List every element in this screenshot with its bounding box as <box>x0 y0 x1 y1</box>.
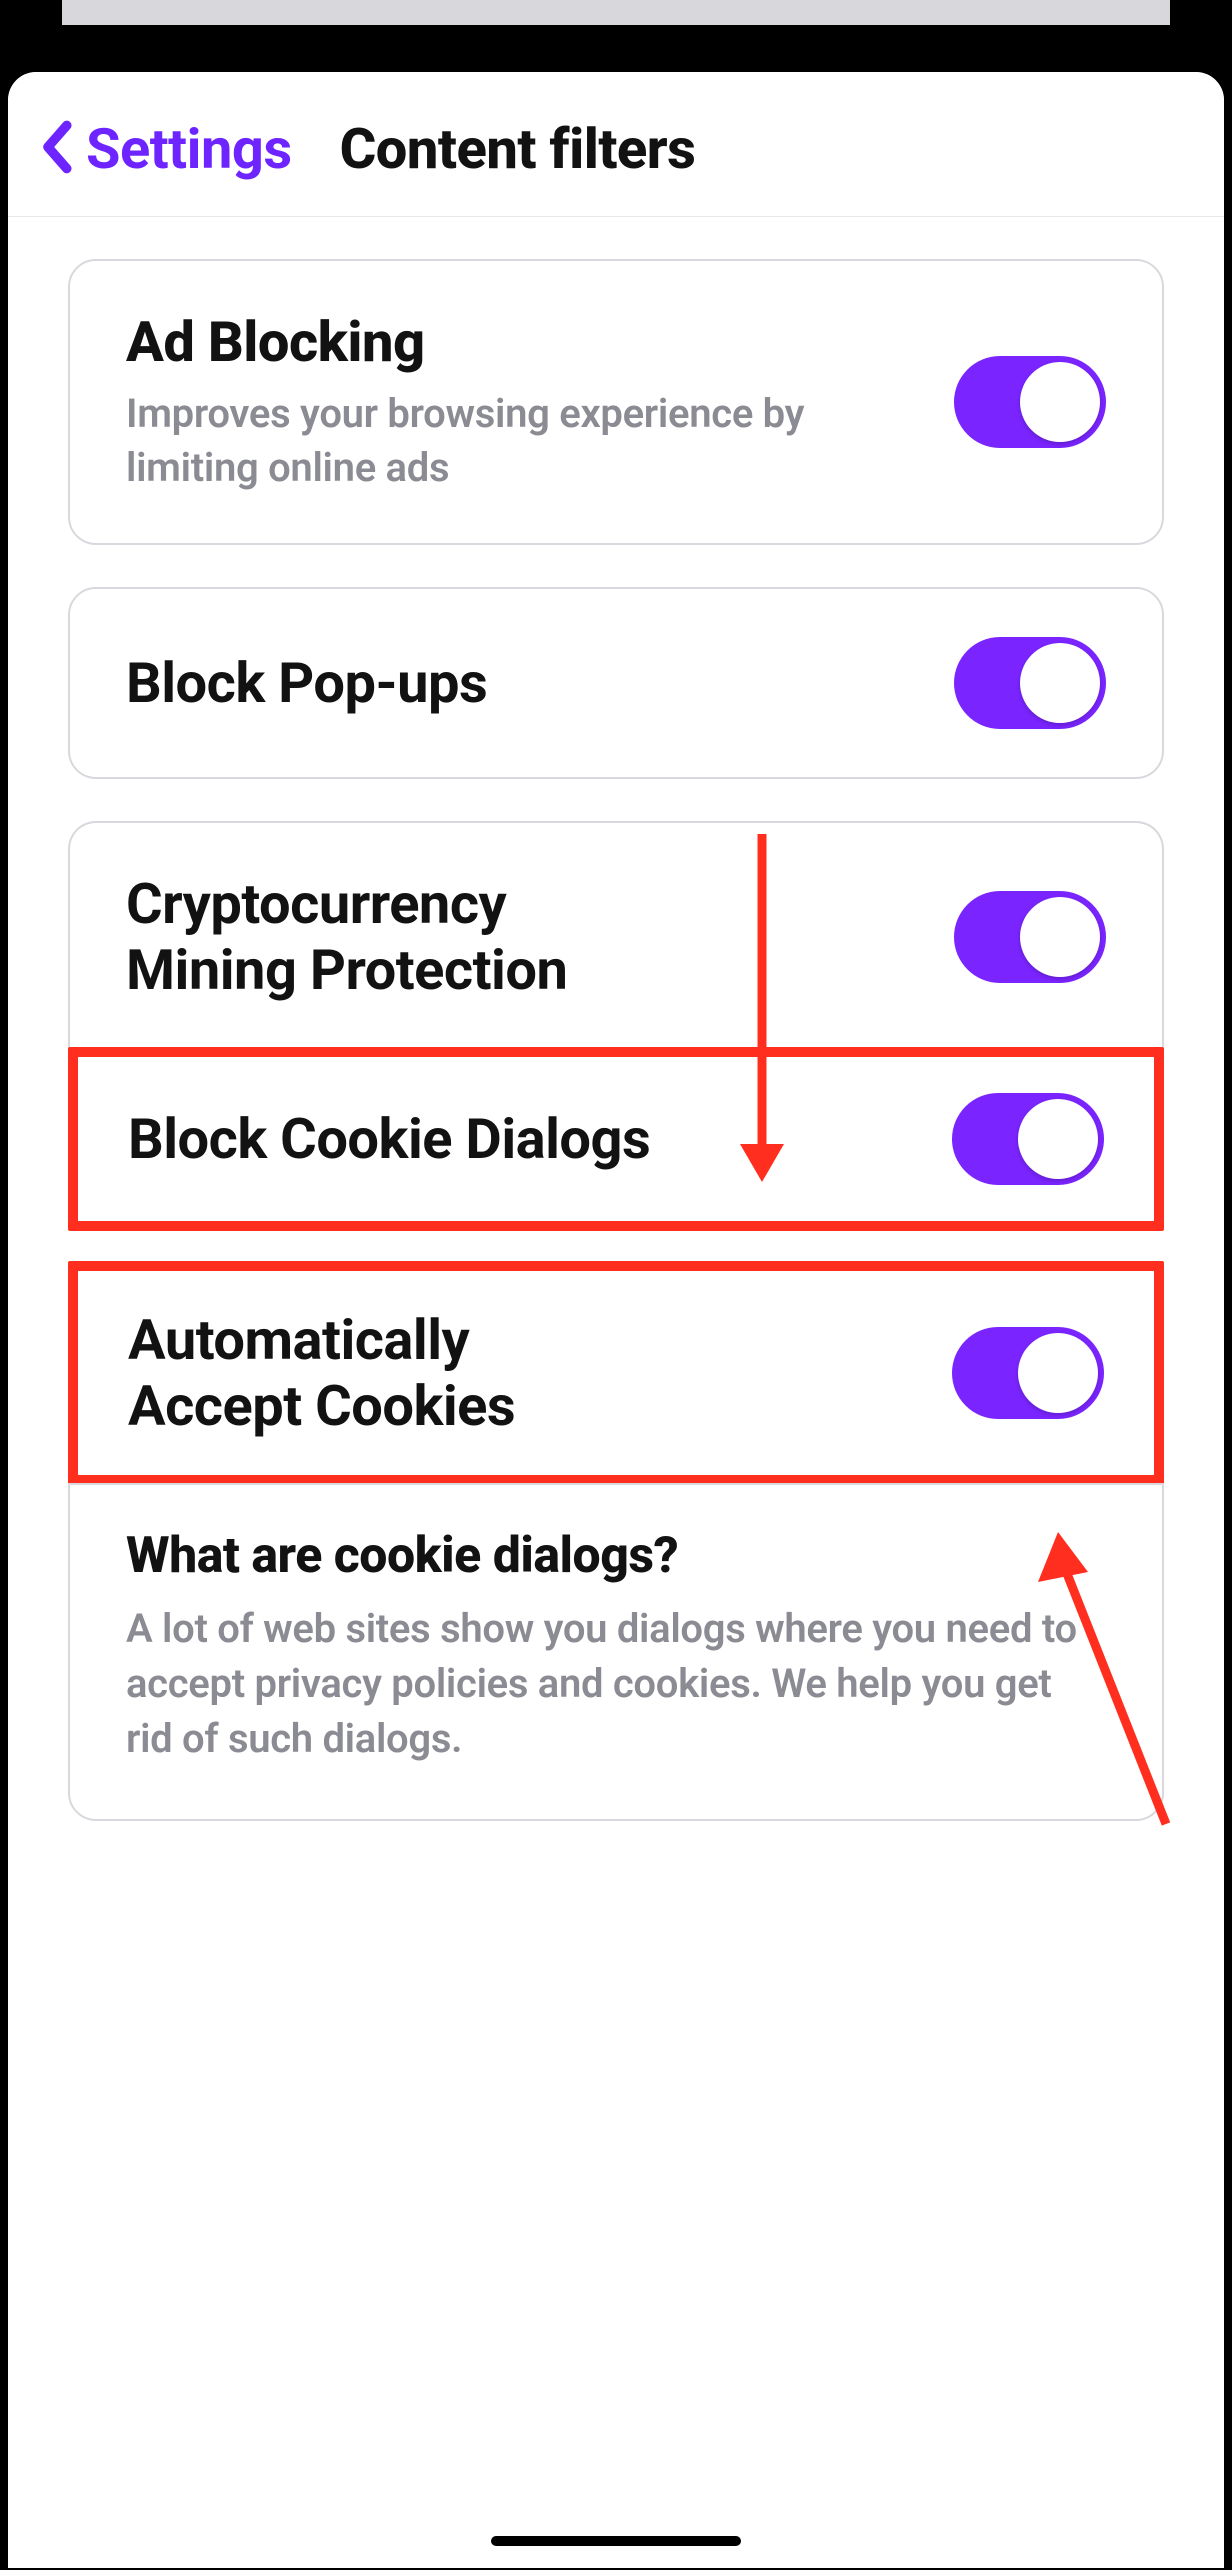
toggle-knob <box>1020 643 1100 723</box>
setting-card-popups: Block Pop-ups <box>68 587 1164 779</box>
accept-cookies-title: Automatically Accept Cookies <box>128 1307 648 1439</box>
cookie-info-body: A lot of web sites show you dialogs wher… <box>126 1601 1106 1767</box>
ad-blocking-toggle[interactable] <box>954 356 1106 448</box>
content-area: Ad Blocking Improves your browsing exper… <box>8 217 1224 1863</box>
toggle-knob <box>1018 1333 1098 1413</box>
popups-title: Block Pop-ups <box>126 650 934 716</box>
cookie-info-title: What are cookie dialogs? <box>126 1527 1106 1585</box>
info-card-cookie-dialogs: What are cookie dialogs? A lot of web si… <box>68 1483 1164 1821</box>
accept-cookies-toggle[interactable] <box>952 1327 1104 1419</box>
home-indicator <box>491 2536 741 2546</box>
setting-card-ad-blocking: Ad Blocking Improves your browsing exper… <box>68 259 1164 545</box>
ad-blocking-subtitle: Improves your browsing experience by lim… <box>126 387 934 495</box>
app-sheet: Settings Content filters Ad Blocking Imp… <box>8 72 1224 2568</box>
page-title: Content filters <box>340 116 696 182</box>
popups-toggle[interactable] <box>954 637 1106 729</box>
annotation-highlight-cookie-dialogs: Block Cookie Dialogs <box>68 1047 1164 1231</box>
annotation-highlight-accept-cookies: Automatically Accept Cookies <box>68 1261 1164 1485</box>
nav-header: Settings Content filters <box>8 72 1224 217</box>
block-cookie-dialogs-title: Block Cookie Dialogs <box>128 1106 932 1172</box>
toggle-knob <box>1020 897 1100 977</box>
block-cookie-dialogs-toggle[interactable] <box>952 1093 1104 1185</box>
toggle-knob <box>1018 1099 1098 1179</box>
chevron-left-icon[interactable] <box>38 120 74 178</box>
ad-blocking-title: Ad Blocking <box>126 309 934 375</box>
back-button-label[interactable]: Settings <box>86 116 292 182</box>
crypto-mining-title: Cryptocurrency Mining Protection <box>126 871 686 1003</box>
crypto-mining-toggle[interactable] <box>954 891 1106 983</box>
setting-card-crypto-mining: Cryptocurrency Mining Protection <box>68 821 1164 1051</box>
toggle-knob <box>1020 362 1100 442</box>
sheet-behind-notch <box>62 0 1170 25</box>
